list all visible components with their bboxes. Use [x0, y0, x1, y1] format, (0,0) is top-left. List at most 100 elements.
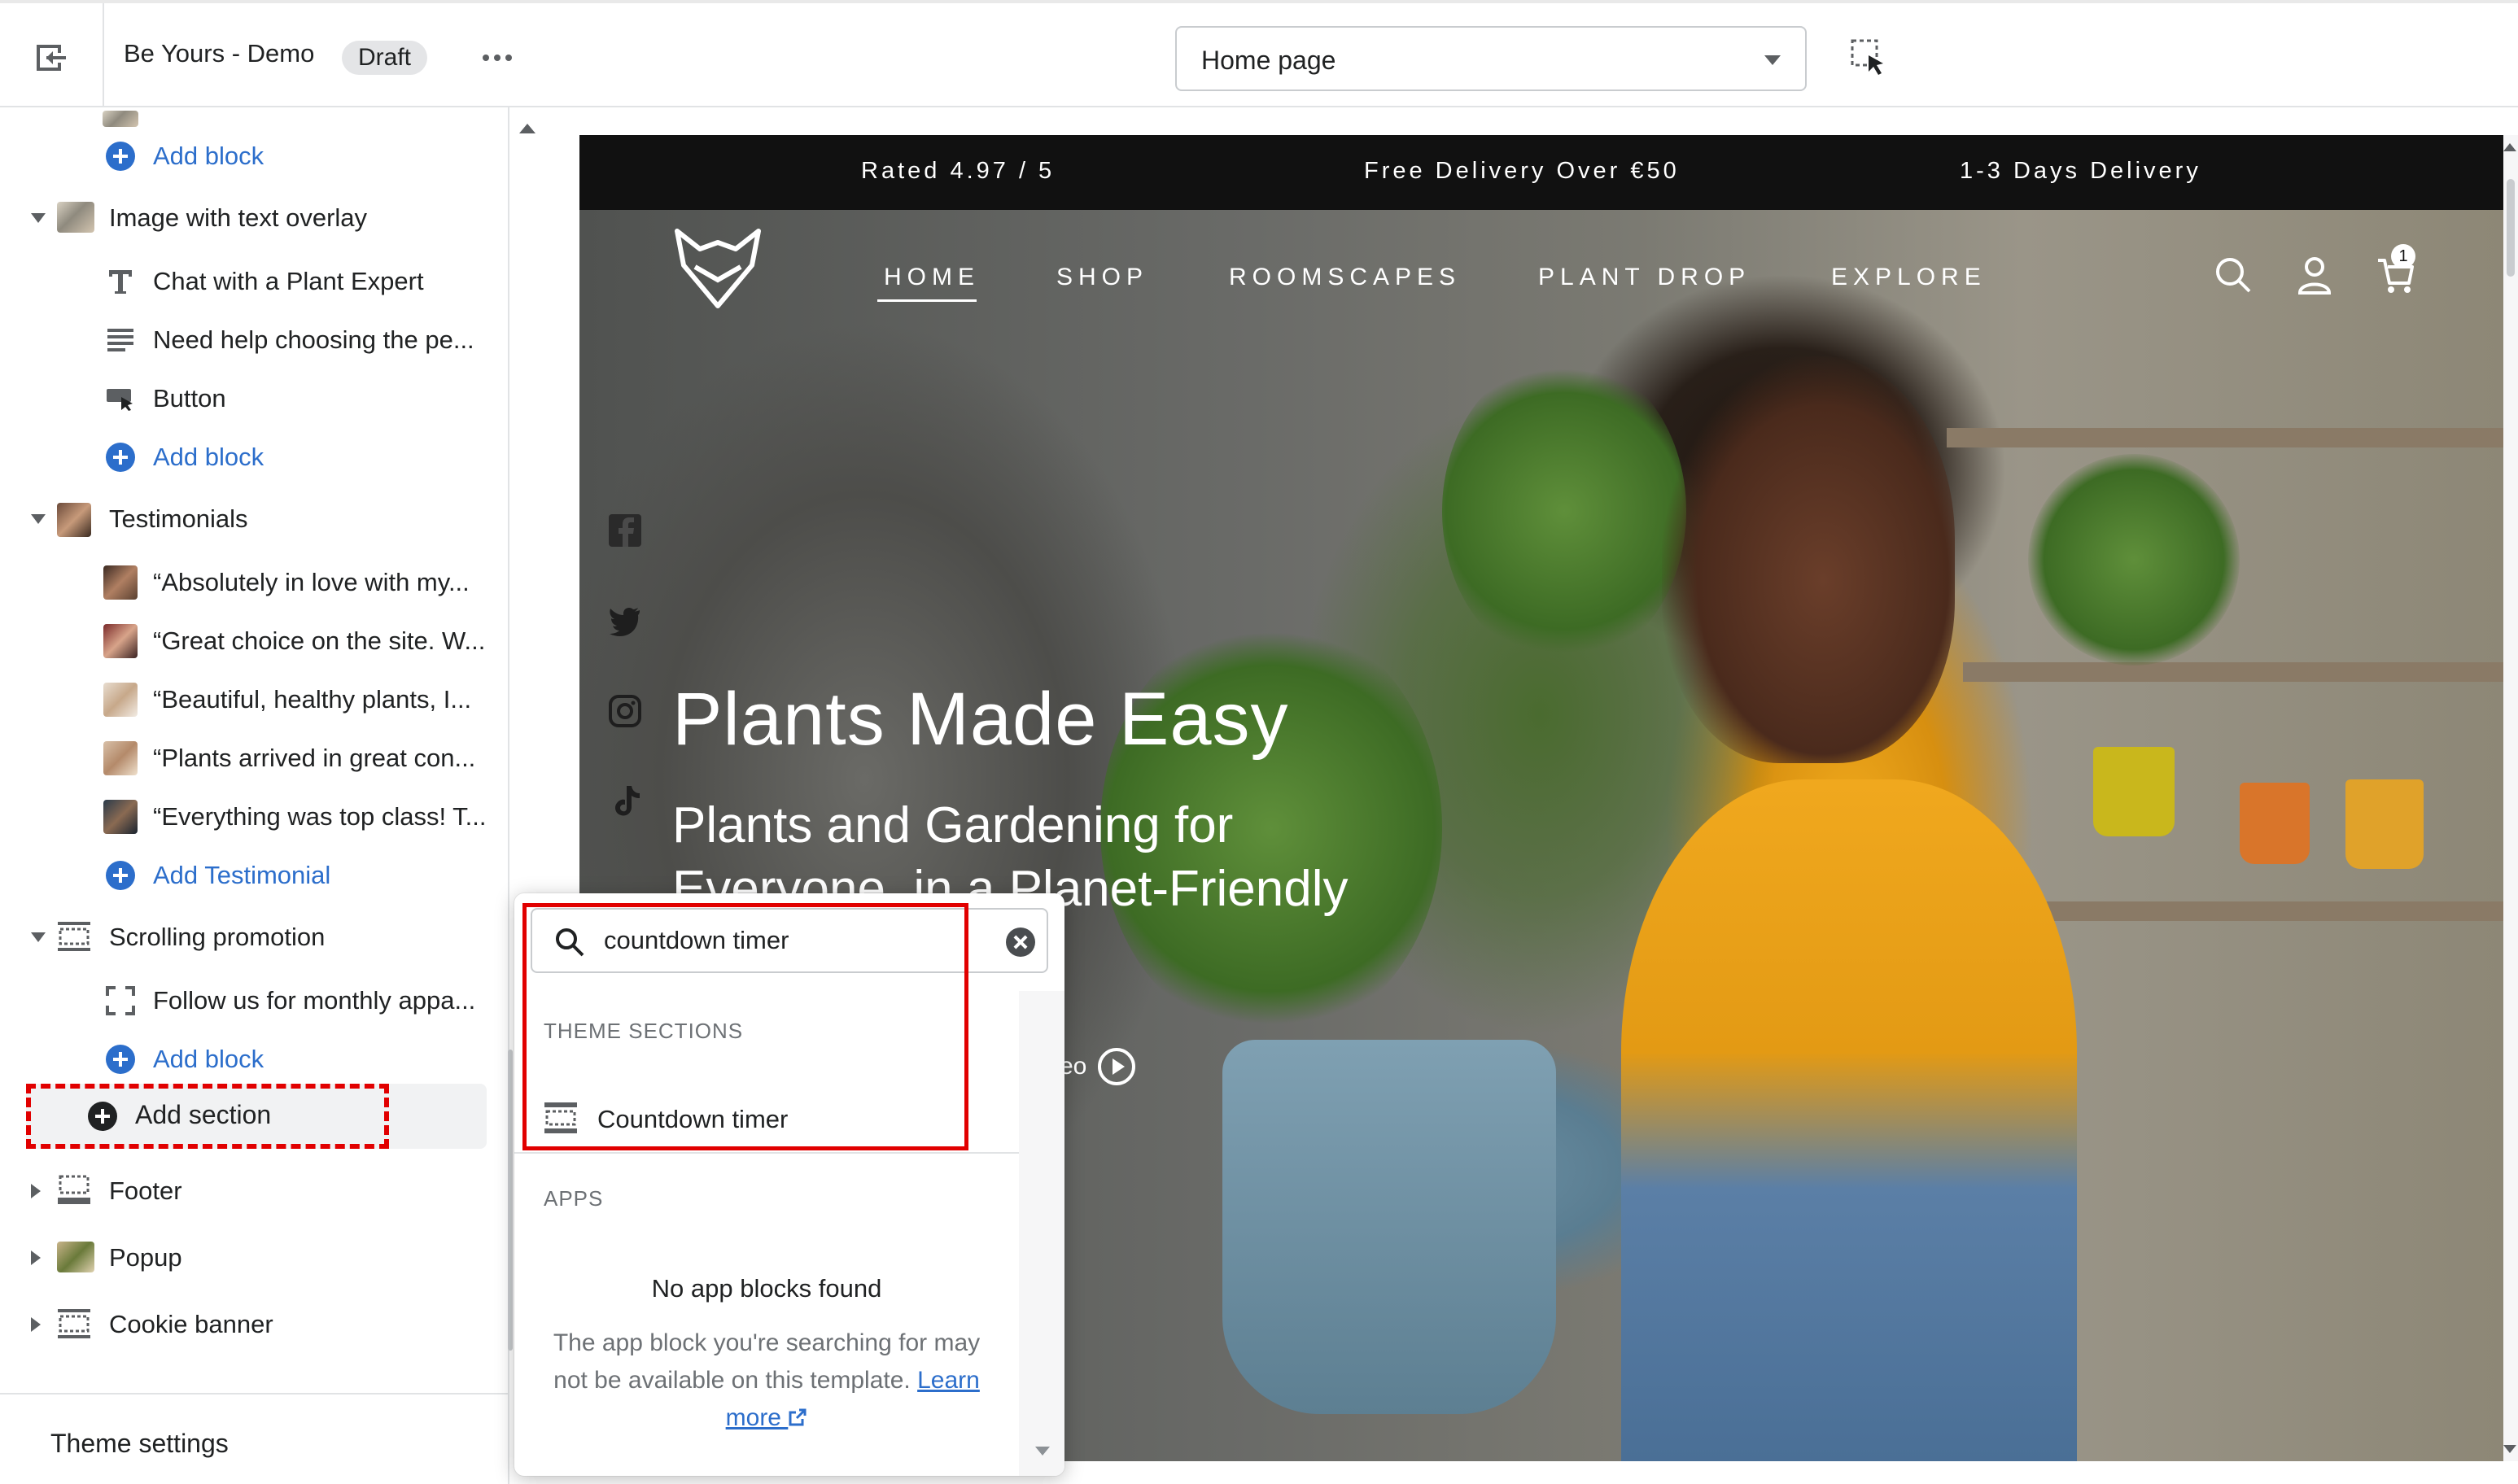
empty-state-body: The app block you're searching for may n… — [539, 1325, 995, 1437]
page-selector-value: Home page — [1201, 46, 1336, 75]
clear-search-icon[interactable] — [1006, 928, 1035, 957]
add-block-row[interactable]: Add block — [0, 433, 488, 482]
search-icon[interactable] — [2212, 254, 2254, 296]
add-block-row[interactable]: Add block — [0, 132, 488, 181]
block-heading[interactable]: Chat with a Plant Expert — [0, 257, 488, 306]
avatar-icon — [103, 800, 138, 834]
inspector-button[interactable] — [1847, 36, 1893, 81]
add-testimonial-label: Add Testimonial — [153, 861, 331, 889]
exit-icon — [37, 45, 66, 71]
pot-decoration — [2240, 783, 2310, 864]
popover-scrollbar[interactable] — [1019, 991, 1064, 1476]
person-decoration — [1662, 356, 1955, 763]
block-label: Need help choosing the pe... — [153, 325, 474, 354]
hero-title: Plants Made Easy — [672, 678, 1289, 761]
shelf-decoration — [1947, 428, 2503, 447]
popover-scroll-down-icon[interactable] — [1035, 1447, 1050, 1456]
add-block-row[interactable]: Add block — [0, 1035, 488, 1084]
button-block-icon — [103, 382, 138, 415]
section-label: Scrolling promotion — [109, 923, 326, 951]
section-scrolling-promotion[interactable]: Scrolling promotion — [0, 913, 488, 962]
tiktok-icon[interactable] — [607, 783, 643, 818]
nav-roomscapes[interactable]: ROOMSCAPES — [1229, 264, 1461, 291]
pot-decoration — [2345, 779, 2424, 869]
frame-icon — [103, 984, 138, 1017]
add-circle-icon — [103, 140, 138, 172]
empty-state-text: The app block you're searching for may n… — [553, 1329, 981, 1394]
popover-divider — [514, 1152, 1019, 1154]
block-label: Chat with a Plant Expert — [153, 267, 424, 295]
preview-scroll-up-icon[interactable] — [2503, 143, 2516, 151]
block-testimonial[interactable]: “Great choice on the site. W... — [0, 617, 488, 666]
section-label: Testimonials — [109, 504, 248, 533]
sidebar-scrollbar[interactable] — [508, 1050, 513, 1351]
more-dots-icon — [483, 55, 489, 61]
block-testimonial[interactable]: “Beautiful, healthy plants, I... — [0, 675, 488, 724]
announcement-item: Free Delivery Over €50 — [1364, 158, 1680, 184]
store-name: Be Yours - Demo — [124, 39, 315, 68]
more-actions-button[interactable] — [472, 41, 522, 75]
theme-settings-button[interactable]: Theme settings — [0, 1393, 508, 1484]
sidebar-scroll-up-icon[interactable] — [519, 124, 536, 133]
testimonials-section-icon — [57, 503, 94, 537]
block-testimonial[interactable]: “Everything was top class! T... — [0, 792, 488, 841]
theme-settings-label: Theme settings — [50, 1429, 229, 1458]
block-label: “Beautiful, healthy plants, I... — [153, 685, 472, 714]
nav-explore[interactable]: EXPLORE — [1831, 264, 1987, 291]
facebook-icon[interactable] — [607, 513, 643, 548]
preview-scrollbar[interactable] — [2503, 135, 2518, 1461]
section-layout-icon — [57, 1308, 94, 1341]
caret-down-icon — [1764, 55, 1781, 65]
instagram-icon[interactable] — [607, 693, 643, 729]
block-testimonial[interactable]: “Absolutely in love with my... — [0, 558, 488, 607]
block-testimonial[interactable]: “Plants arrived in great con... — [0, 734, 488, 783]
add-circle-icon — [103, 1043, 138, 1076]
footer-section-icon — [57, 1175, 94, 1207]
page-selector[interactable]: Home page — [1175, 26, 1807, 91]
nav-home[interactable]: HOME — [884, 264, 980, 291]
preview-scroll-thumb[interactable] — [2507, 179, 2515, 277]
block-button[interactable]: Button — [0, 374, 488, 423]
section-testimonials[interactable]: Testimonials — [0, 495, 488, 543]
chevron-right-icon — [31, 1317, 41, 1332]
block-label: Follow us for monthly appa... — [153, 986, 476, 1015]
section-label: Cookie banner — [109, 1310, 273, 1338]
section-image-with-text-overlay[interactable]: Image with text overlay — [0, 194, 488, 242]
store-logo[interactable] — [671, 226, 765, 311]
shelf-decoration — [1979, 901, 2503, 921]
add-block-label: Add block — [153, 1045, 264, 1073]
chevron-down-icon — [31, 514, 46, 524]
announcement-item: 1-3 Days Delivery — [1960, 158, 2201, 184]
topbar-divider — [103, 3, 104, 111]
sections-sidebar: Add block Image with text overlay Chat w… — [0, 107, 509, 1484]
block-promotion-text[interactable]: Follow us for monthly appa... — [0, 976, 488, 1025]
cart-count-badge: 1 — [2391, 244, 2415, 268]
section-footer[interactable]: Footer — [0, 1167, 488, 1216]
person-decoration — [1621, 779, 2077, 1461]
avatar-icon — [103, 683, 138, 717]
add-block-label: Add block — [153, 443, 264, 471]
pot-decoration — [1222, 1040, 1556, 1414]
image-thumb-icon — [103, 107, 138, 135]
play-icon — [1098, 1048, 1136, 1085]
section-label: Footer — [109, 1176, 182, 1205]
hero-video-link[interactable]: eo — [1060, 1048, 1136, 1085]
avatar-icon — [103, 565, 138, 600]
editor-topbar: Be Yours - Demo Draft Home page — [0, 0, 2518, 111]
exit-editor-button[interactable] — [24, 31, 78, 85]
preview-scroll-down-icon[interactable] — [2503, 1445, 2516, 1453]
section-popup[interactable]: Popup — [0, 1233, 488, 1282]
chevron-right-icon — [31, 1184, 41, 1198]
add-testimonial-row[interactable]: Add Testimonial — [0, 851, 488, 900]
block-text[interactable]: Need help choosing the pe... — [0, 316, 488, 364]
announcement-bar: Rated 4.97 / 5 Free Delivery Over €50 1-… — [579, 135, 2503, 210]
announcement-item: Rated 4.97 / 5 — [861, 158, 1056, 184]
twitter-icon[interactable] — [607, 602, 643, 638]
account-icon[interactable] — [2293, 254, 2336, 296]
text-heading-icon — [103, 265, 138, 298]
section-cookie-banner[interactable]: Cookie banner — [0, 1300, 488, 1349]
pot-decoration — [2093, 747, 2175, 836]
nav-shop[interactable]: SHOP — [1056, 264, 1148, 291]
nav-plant-drop[interactable]: PLANT DROP — [1538, 264, 1751, 291]
status-badge: Draft — [342, 41, 428, 75]
